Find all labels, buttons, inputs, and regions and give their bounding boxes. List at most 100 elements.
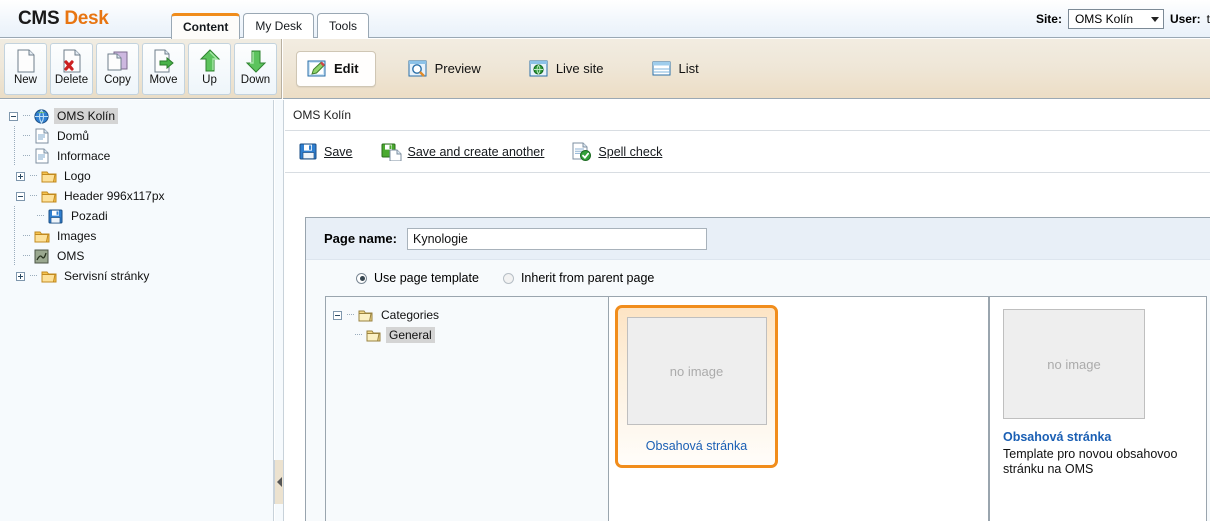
tree-node-oms-kolin[interactable]: OMS Kolín xyxy=(4,106,273,126)
view-tab-edit[interactable]: Edit xyxy=(296,50,376,87)
save-button[interactable]: Save xyxy=(299,142,353,161)
tree-node-images[interactable]: Images xyxy=(4,226,273,246)
tree-toggle-plus-icon[interactable] xyxy=(16,171,25,181)
tree-node-header[interactable]: Header 996x117px xyxy=(4,186,273,206)
folder-icon xyxy=(40,168,57,184)
arrow-up-icon xyxy=(199,48,221,74)
copy-button[interactable]: Copy xyxy=(96,42,139,95)
tree-node-label: OMS xyxy=(57,249,85,263)
template-selector: Categories General no image Obsahová str… xyxy=(325,296,1210,521)
view-tab-list[interactable]: List xyxy=(642,51,715,87)
page-name-label: Page name: xyxy=(324,231,397,246)
document-icon xyxy=(33,128,50,144)
no-image-text: no image xyxy=(1047,356,1101,372)
tree-connector xyxy=(345,305,357,325)
template-grid-column: no image Obsahová stránka xyxy=(608,296,989,521)
template-categories-column: Categories General xyxy=(325,296,608,521)
tree-toggle-minus-icon[interactable] xyxy=(16,191,25,201)
tree-toggle-plus-icon[interactable] xyxy=(16,271,25,281)
template-card-obsahova-stranka[interactable]: no image Obsahová stránka xyxy=(615,305,778,468)
tree-node-label: OMS Kolín xyxy=(54,108,119,124)
tree-toggle-minus-icon[interactable] xyxy=(9,111,18,121)
template-card-name: Obsahová stránka xyxy=(645,439,748,453)
tree-node-label: Informace xyxy=(57,149,111,163)
user-value: t xyxy=(1206,12,1210,26)
copy-button-label: Copy xyxy=(104,73,131,86)
tree-node-oms[interactable]: OMS xyxy=(4,246,273,266)
view-tab-live-site[interactable]: Live site xyxy=(519,51,620,87)
detail-template-description: Template pro novou obsahovoo stránku na … xyxy=(1003,447,1178,476)
category-node-general[interactable]: General xyxy=(333,325,608,345)
folder-icon xyxy=(40,188,57,204)
new-button[interactable]: New xyxy=(4,42,47,95)
breadcrumb: OMS Kolín xyxy=(293,108,352,122)
cms-desk-window: CMS Desk Content My Desk Tools Site: OMS… xyxy=(0,0,1210,521)
site-selected-value: OMS Kolín xyxy=(1074,12,1133,26)
radio-inherit-from-parent-label: Inherit from parent page xyxy=(520,271,655,285)
folder-icon xyxy=(33,228,50,244)
splitter-grip[interactable] xyxy=(274,460,284,504)
app-logo: CMS Desk xyxy=(18,8,109,30)
content-pane: OMS Kolín Save Save and create another S… xyxy=(285,100,1210,521)
edit-pencil-icon xyxy=(307,59,327,79)
up-button-label: Up xyxy=(202,73,217,86)
tree-connector xyxy=(21,226,33,246)
site-selector[interactable]: OMS Kolín xyxy=(1067,9,1164,29)
globe-icon xyxy=(529,59,549,79)
down-button[interactable]: Down xyxy=(234,42,277,95)
detail-thumbnail-placeholder: no image xyxy=(1003,309,1145,419)
pane-splitter[interactable] xyxy=(274,100,284,521)
save-button-label: Save xyxy=(324,144,353,159)
chevron-right-icon xyxy=(276,477,282,487)
tab-tools[interactable]: Tools xyxy=(317,13,370,38)
logo-cms-text: CMS xyxy=(18,8,60,29)
save-action-bar: Save Save and create another Spell check xyxy=(285,130,1210,173)
user-label: User: xyxy=(1169,12,1201,26)
spell-check-label: Spell check xyxy=(598,144,663,159)
tree-connector xyxy=(353,325,365,345)
site-label: Site: xyxy=(1035,12,1062,26)
move-page-icon xyxy=(152,48,175,74)
detail-template-name: Obsahová stránka xyxy=(1003,430,1112,444)
folder-icon xyxy=(40,268,57,284)
spell-check-button[interactable]: Spell check xyxy=(572,142,662,161)
main-tab-bar: Content My Desk Tools xyxy=(171,13,372,39)
tree-connector xyxy=(21,146,33,166)
delete-button[interactable]: Delete xyxy=(50,42,93,95)
chevron-down-icon xyxy=(1150,16,1159,22)
page-name-row: Page name: xyxy=(306,218,1210,260)
template-mode-radio-group: Use page template Inherit from parent pa… xyxy=(306,260,1210,296)
radio-use-page-template-label: Use page template xyxy=(374,271,479,285)
tree-node-servisni-stranky[interactable]: Servisní stránky xyxy=(4,266,273,286)
radio-inherit-from-parent[interactable] xyxy=(502,272,514,284)
view-tab-preview-label: Preview xyxy=(434,61,481,76)
tab-content[interactable]: Content xyxy=(171,13,241,39)
down-button-label: Down xyxy=(240,73,271,86)
view-tab-live-site-label: Live site xyxy=(555,61,604,76)
tree-node-logo[interactable]: Logo xyxy=(4,166,273,186)
move-button[interactable]: Move xyxy=(142,42,185,95)
folder-icon xyxy=(365,327,382,343)
globe-icon xyxy=(33,108,50,124)
page-name-input[interactable] xyxy=(406,227,707,250)
tree-node-pozadi[interactable]: Pozadi xyxy=(4,206,273,226)
tree-node-label: Servisní stránky xyxy=(64,269,150,283)
magnifier-icon xyxy=(408,59,428,79)
tree-node-label: Domů xyxy=(57,129,90,143)
tree-toggle-minus-icon[interactable] xyxy=(333,310,342,320)
view-tab-preview[interactable]: Preview xyxy=(398,51,497,87)
up-button[interactable]: Up xyxy=(188,42,231,95)
categories-tree: Categories General xyxy=(326,297,608,345)
top-header: CMS Desk Content My Desk Tools Site: OMS… xyxy=(0,0,1210,39)
tree-connector xyxy=(21,106,33,126)
floppy-icon xyxy=(47,208,64,224)
new-page-icon xyxy=(15,48,37,74)
category-node-categories[interactable]: Categories xyxy=(333,305,608,325)
tree-node-domu[interactable]: Domů xyxy=(4,126,273,146)
tab-my-desk[interactable]: My Desk xyxy=(243,13,314,38)
radio-use-page-template[interactable] xyxy=(356,272,367,284)
app-icon xyxy=(33,248,50,264)
save-and-create-another-button[interactable]: Save and create another xyxy=(381,142,544,161)
delete-page-icon xyxy=(61,48,83,74)
tree-node-informace[interactable]: Informace xyxy=(4,146,273,166)
